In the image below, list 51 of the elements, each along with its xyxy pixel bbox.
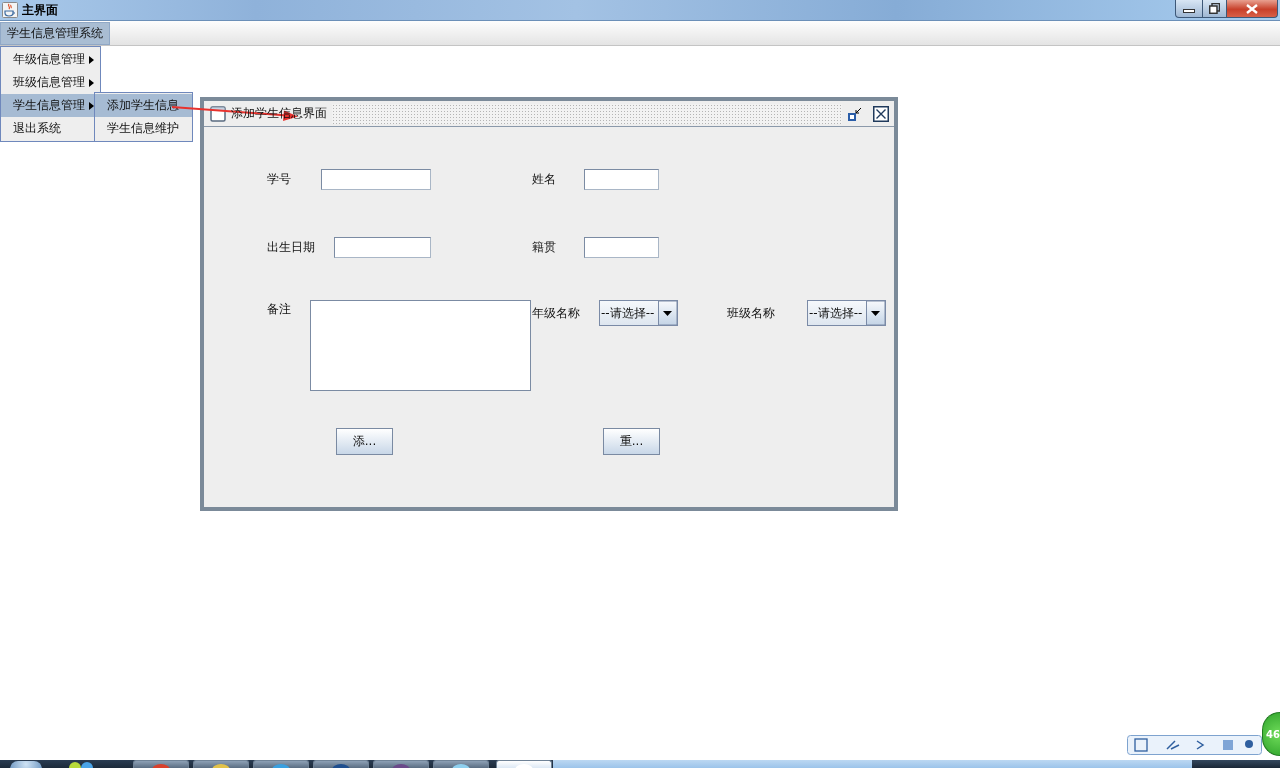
input-field[interactable] [584, 169, 659, 190]
restore-button[interactable] [1203, 0, 1227, 18]
text-area[interactable] [310, 300, 531, 391]
dropdown[interactable]: --请选择-- [807, 300, 886, 326]
minimize-icon [1183, 9, 1195, 13]
app-icon [211, 763, 231, 768]
taskbar-button[interactable] [373, 760, 429, 768]
field-label: 备注 [267, 301, 292, 318]
app-icon[interactable] [68, 760, 94, 768]
coffee-cup-icon [2, 2, 18, 18]
input-field[interactable] [584, 237, 659, 258]
shrink-icon[interactable] [848, 106, 862, 121]
window-title: 主界面 [22, 1, 58, 19]
taskbar-button[interactable] [253, 760, 309, 768]
input-field[interactable] [334, 237, 431, 258]
taskbar-button[interactable] [496, 760, 552, 768]
close-icon [1246, 3, 1258, 14]
caret-down-icon[interactable] [866, 301, 885, 325]
menu-item[interactable]: 退出系统 [1, 117, 94, 140]
app-icon [271, 763, 291, 768]
close-icon[interactable] [873, 105, 889, 122]
menu-item[interactable]: 添加学生信息 [95, 94, 192, 117]
close-button[interactable] [1227, 0, 1278, 18]
field-label: 姓名 [532, 171, 557, 188]
input-field[interactable] [321, 169, 431, 190]
field-label: 学号 [267, 171, 292, 188]
counter-badge: 46 [1262, 712, 1280, 756]
menu-item[interactable]: 班级信息管理 [1, 71, 94, 94]
taskbar-button[interactable] [133, 760, 189, 768]
menu-item[interactable]: 年级信息管理 [1, 48, 94, 71]
field-label: 班级名称 [727, 304, 776, 322]
form-button[interactable]: 重... [603, 428, 660, 455]
field-label: 出生日期 [267, 239, 316, 256]
taskbar-button[interactable] [313, 760, 369, 768]
app-icon [391, 763, 411, 768]
restore-icon [1209, 3, 1220, 14]
minimize-button[interactable] [1175, 0, 1203, 18]
app-icon [514, 763, 534, 768]
taskbar-button[interactable] [193, 760, 249, 768]
form-button[interactable]: 添... [336, 428, 393, 455]
caret-down-icon[interactable] [658, 301, 677, 325]
field-label: 籍贯 [532, 239, 557, 256]
app-icon [331, 763, 351, 768]
field-label: 年级名称 [532, 304, 581, 322]
menu-item[interactable]: 学生信息管理 [1, 94, 94, 117]
menu-bar-item[interactable]: 学生信息管理系统 [0, 22, 110, 45]
dropdown[interactable]: --请选择-- [599, 300, 678, 326]
menu-item[interactable]: 学生信息维护 [95, 117, 192, 140]
app-icon [451, 763, 471, 768]
taskbar-button[interactable] [433, 760, 489, 768]
app-icon [151, 763, 171, 768]
